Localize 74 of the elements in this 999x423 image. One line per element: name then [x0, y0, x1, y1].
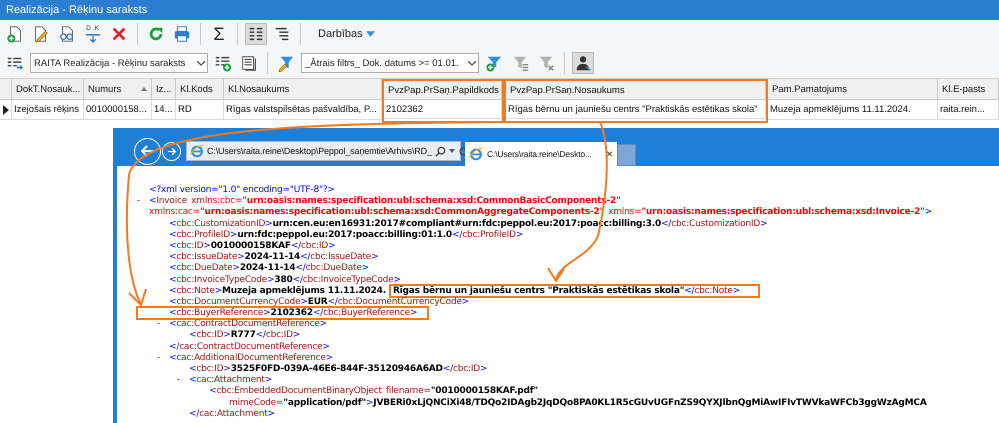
back-button[interactable]	[134, 138, 161, 164]
caret-icon	[468, 60, 476, 66]
code-line: <cbc:ID>3525F0FD-039A-46E6-844F-35120946A6AD</cbc:ID>	[189, 364, 488, 374]
funnel-pencil-icon	[277, 54, 295, 72]
split-line-icon	[84, 32, 102, 43]
collapse-toggle[interactable]: -	[157, 319, 169, 330]
funnel-plus-icon	[485, 54, 503, 72]
caret-icon	[366, 31, 375, 37]
code-line: <cac:ContractDocumentReference>	[169, 319, 327, 330]
table-cell: 2102362	[384, 100, 502, 119]
browser-logo-icon	[190, 144, 204, 158]
list-plus-icon	[214, 54, 232, 72]
indented-list-icon	[273, 25, 291, 43]
list-icon	[247, 25, 265, 43]
column-header[interactable]: Numurs	[84, 79, 152, 100]
code-line: <cbc:ID>0010000158KAF</cbc:ID>	[169, 240, 336, 251]
code-line: <?xml version="1.0" encoding="UTF-8"?>	[149, 185, 335, 195]
table-cell: RD	[176, 100, 224, 120]
code-line: <cbc:InvoiceTypeCode>380</cbc:InvoiceTypeCode>	[169, 274, 401, 284]
window-title: Realizācija - Rēķinu saraksts	[5, 3, 148, 18]
sum-button[interactable]: Σ	[208, 23, 230, 45]
table-cell: raita.rein...	[938, 100, 999, 120]
collapse-toggle[interactable]: -	[177, 375, 189, 386]
column-header[interactable]: Iz...	[152, 79, 176, 100]
code-line: <cbc:ProfileID>urn:fdc:peppol.eu:2017:poacc:billing:01:1.0</cbc:ProfileID>	[169, 230, 524, 240]
code-line: mimeCode="application/pdf">JVBERi0xLjQNCiXi48/TDQo2IDAgb2JqDQo8PA0KL1R5cGUvUGFnZS9QYXJlbnQgMiAwIFIvTWVkaWFCb3ggWzAgMCA	[229, 398, 927, 408]
table-cell: Izejošais rēķins	[12, 100, 84, 120]
column-header[interactable]: PvzPap.PrSaņ.Nosaukums	[506, 81, 766, 100]
document-glasses-icon	[58, 25, 76, 43]
column-header[interactable]: Kl.Kods	[176, 79, 224, 100]
funnel-cross-icon	[537, 54, 555, 72]
person-icon	[574, 54, 592, 72]
browser-logo-icon	[469, 147, 483, 161]
list-view-button[interactable]	[245, 23, 267, 45]
column-header[interactable]: Pam.Pamatojums	[768, 79, 938, 100]
code-line: <cac:AdditionalDocumentReference>	[169, 352, 334, 363]
search-icon	[434, 146, 446, 156]
table-cell: Muzeja apmeklējums 11.11.2024.	[768, 100, 938, 120]
left-arrow-icon	[140, 145, 154, 157]
cross-icon	[110, 25, 128, 43]
select-field[interactable]: RAITA Realizācija - Rēķinu saraksts	[30, 53, 208, 73]
code-line: <cbc:DocumentCurrencyCode>EUR</cbc:DocumentCurrencyCode>	[169, 296, 470, 307]
actions-menu-button[interactable]: Darbības	[316, 26, 377, 42]
column-header[interactable]: PvzPap.PrSaņ.Papildkods	[384, 81, 502, 100]
caret-icon	[197, 60, 205, 66]
code-line: <cbc:EmbeddedDocumentBinaryObject filename="0010000158KAF.pdf"	[209, 386, 538, 396]
table-cell: Rīgas valstspilsētas pašvaldība, P...	[224, 100, 382, 120]
column-header[interactable]: DokT.Nosauk...	[12, 79, 84, 100]
user-filter-button[interactable]	[572, 52, 594, 74]
code-line: <cac:Attachment>	[189, 375, 272, 386]
column-header[interactable]: Kl.E-pasts	[938, 79, 999, 100]
document-pencil-icon	[32, 25, 50, 43]
select-field[interactable]: _Ātrais filtrs_ Dok. datums >= 01.01.	[301, 53, 479, 73]
table-cell: 14...	[152, 100, 176, 120]
collapse-toggle[interactable]: -	[157, 352, 169, 364]
highlighted-code: Rīgas bērnu un jauniešu centrs "Praktiskās estētikas skola"</cbc:Note>	[388, 284, 760, 298]
column-header[interactable]: Kl.Nosaukums	[224, 79, 382, 100]
highlighted-code: <cbc:BuyerReference>2102362</cbc:BuyerReference>	[136, 306, 430, 320]
document-plus-icon	[6, 25, 24, 43]
code-line: <cbc:ID>R777</cbc:ID>	[189, 330, 300, 340]
funnel-lines-icon	[511, 54, 529, 72]
code-line: <cbc:Note>Muzeja apmeklējums 11.11.2024.	[169, 286, 386, 296]
document-lines-icon	[240, 54, 258, 72]
code-line: <cbc:IssueDate>2024-11-14</cbc:IssueDate>	[169, 252, 378, 262]
code-line: </cac:ContractDocumentReference>	[169, 342, 330, 352]
code-line: </cac:Attachment>	[189, 408, 275, 419]
table-cell: 0010000158...	[84, 100, 152, 120]
table-cell: Rīgas bērnu un jauniešu centrs "Praktiskās estētikas skola"	[506, 100, 766, 119]
right-arrow-icon	[166, 146, 176, 156]
code-line: <cbc:DueDate>2024-11-14</cbc:DueDate>	[169, 263, 370, 274]
printer-icon	[173, 25, 191, 43]
refresh-icon	[147, 25, 165, 43]
caret-icon	[448, 149, 455, 153]
collapse-toggle[interactable]: -	[137, 196, 149, 208]
